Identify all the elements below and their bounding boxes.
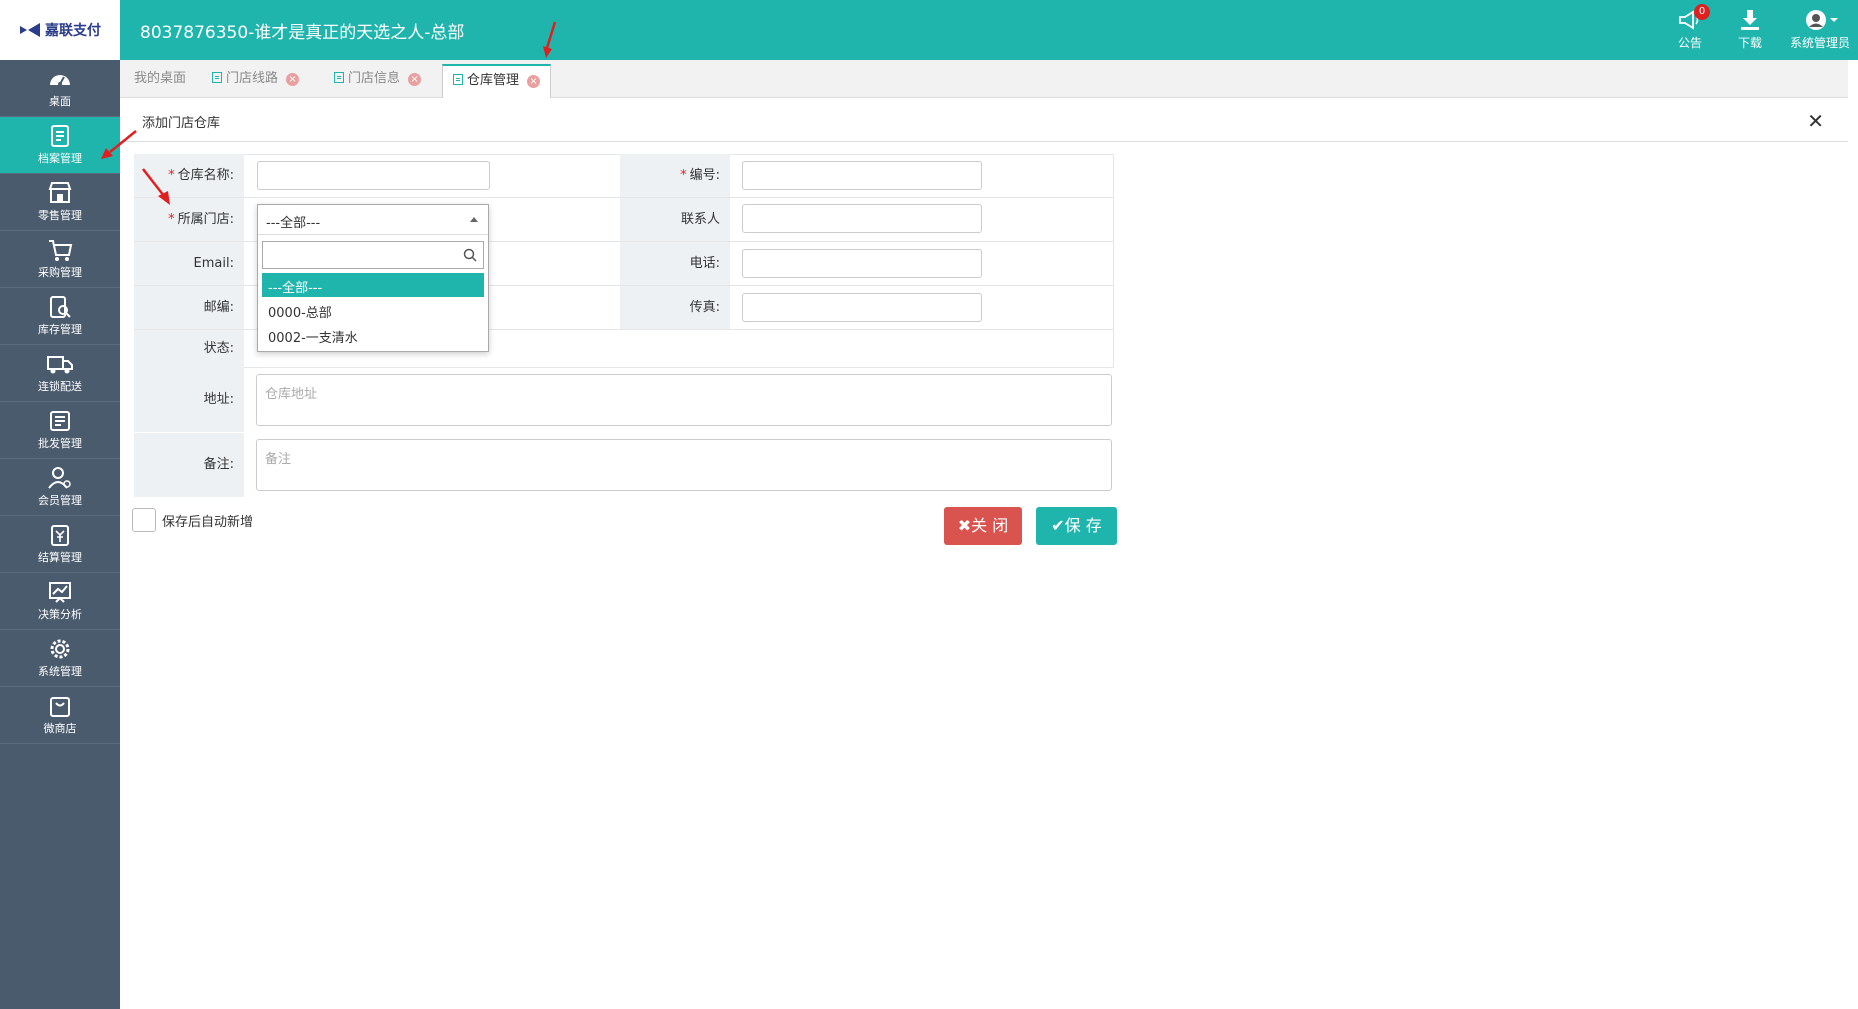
document-icon (334, 72, 344, 83)
member-icon (48, 467, 71, 489)
download-button[interactable]: 下载 (1720, 8, 1780, 51)
wholesale-icon (50, 411, 70, 431)
logo-icon (20, 23, 40, 37)
store-option[interactable]: 0002-一支清水 (262, 323, 484, 347)
top-bar: 嘉联支付 8037876350-谁才是真正的天选之人-总部 0 公告 下载 系统… (0, 0, 1858, 60)
sidebar-item-microstore[interactable]: 微商店 (0, 687, 120, 744)
chart-icon (49, 582, 71, 603)
auto-add-checkbox[interactable] (132, 508, 156, 532)
sidebar-item-purchase[interactable]: 采购管理 (0, 231, 120, 288)
cart-icon (49, 240, 73, 261)
page-title: 8037876350-谁才是真正的天选之人-总部 (140, 23, 465, 43)
annotation-arrow (101, 130, 137, 159)
store-icon (48, 182, 72, 203)
panel-title: 添加门店仓库 (142, 116, 221, 131)
fax-label: 传真: (620, 286, 730, 329)
annotation-arrow (142, 168, 170, 205)
inventory-icon (50, 296, 71, 318)
store-option[interactable]: ---全部--- (262, 273, 484, 297)
truck-icon (47, 356, 73, 374)
dashboard-icon (50, 75, 70, 86)
document-icon (453, 74, 463, 85)
sidebar-item-member[interactable]: 会员管理 (0, 459, 120, 516)
auto-add-label: 保存后自动新增 (162, 515, 254, 530)
close-tab-icon[interactable]: × (408, 73, 422, 86)
sidebar-item-system[interactable]: 系统管理 (0, 630, 120, 687)
code-input[interactable] (742, 161, 982, 190)
warehouse-name-input[interactable] (257, 161, 490, 190)
search-icon (463, 248, 477, 262)
contact-input[interactable] (742, 204, 982, 233)
check-icon: ✔ (1051, 516, 1065, 535)
tab-store-info[interactable]: 门店信息 × (324, 64, 431, 98)
panel-header: 添加门店仓库 ✕ (120, 99, 1848, 142)
caret-up-icon (470, 217, 478, 222)
archive-icon (51, 125, 69, 147)
close-tab-icon[interactable]: × (527, 75, 541, 88)
code-label: * 编号: (620, 154, 730, 197)
notice-label: 公告 (1677, 36, 1702, 50)
tab-store-routes[interactable]: 门店线路 × (202, 64, 309, 98)
required-mark: * (680, 168, 687, 183)
user-menu[interactable]: 系统管理员 (1785, 8, 1855, 51)
bag-icon (50, 697, 70, 717)
remark-textarea[interactable]: 备注 (256, 439, 1112, 491)
contact-label: 联系人 (620, 198, 730, 241)
close-icon: ✖ (957, 516, 972, 535)
sidebar-item-settlement[interactable]: 结算管理 (0, 516, 120, 573)
save-button[interactable]: ✔保 存 (1036, 507, 1117, 545)
sidebar-item-distribution[interactable]: 连锁配送 (0, 345, 120, 402)
store-option[interactable]: 0000-总部 (262, 298, 484, 322)
notice-badge: 0 (1694, 4, 1710, 20)
settlement-icon (51, 525, 69, 546)
close-icon[interactable]: ✕ (1807, 109, 1824, 133)
tab-warehouse[interactable]: 仓库管理 × (442, 64, 552, 98)
address-label: 地址: (134, 368, 244, 432)
user-label: 系统管理员 (1789, 36, 1850, 50)
address-textarea[interactable]: 仓库地址 (256, 374, 1112, 426)
store-select-current[interactable]: ---全部--- (258, 205, 488, 235)
email-label: Email: (134, 242, 244, 285)
store-search-input[interactable] (262, 241, 484, 269)
phone-label: 电话: (620, 242, 730, 285)
logo: 嘉联支付 (0, 0, 120, 60)
required-mark: * (168, 212, 175, 227)
sidebar-item-wholesale[interactable]: 批发管理 (0, 402, 120, 459)
gear-icon (50, 639, 70, 659)
sidebar: 桌面 档案管理 零售管理 采购管理 库存管理 连锁配送 批发管理 会员管理 结算… (0, 60, 120, 1009)
logo-text: 嘉联支付 (45, 23, 101, 39)
avatar-icon (1806, 10, 1838, 30)
zip-label: 邮编: (134, 286, 244, 329)
sidebar-item-inventory[interactable]: 库存管理 (0, 288, 120, 345)
download-icon (1741, 10, 1759, 30)
close-tab-icon[interactable]: × (286, 73, 300, 86)
phone-input[interactable] (742, 249, 982, 278)
store-select-dropdown[interactable]: ---全部--- ---全部--- 0000-总部 0002-一支清水 (257, 204, 489, 352)
document-icon (212, 72, 222, 83)
close-button[interactable]: ✖关 闭 (944, 507, 1022, 545)
sidebar-item-desktop[interactable]: 桌面 (0, 60, 120, 117)
status-label: 状态: (134, 330, 244, 368)
sidebar-item-retail[interactable]: 零售管理 (0, 174, 120, 231)
download-label: 下载 (1737, 36, 1762, 50)
tab-bar: 我的桌面 门店线路 × 门店信息 × 仓库管理 × (120, 60, 1848, 98)
notice-button[interactable]: 0 公告 (1660, 4, 1720, 51)
tab-desktop[interactable]: 我的桌面 (124, 64, 196, 98)
sidebar-item-analysis[interactable]: 决策分析 (0, 573, 120, 630)
remark-label: 备注: (134, 433, 244, 497)
annotation-arrow (543, 21, 557, 58)
fax-input[interactable] (742, 293, 982, 322)
